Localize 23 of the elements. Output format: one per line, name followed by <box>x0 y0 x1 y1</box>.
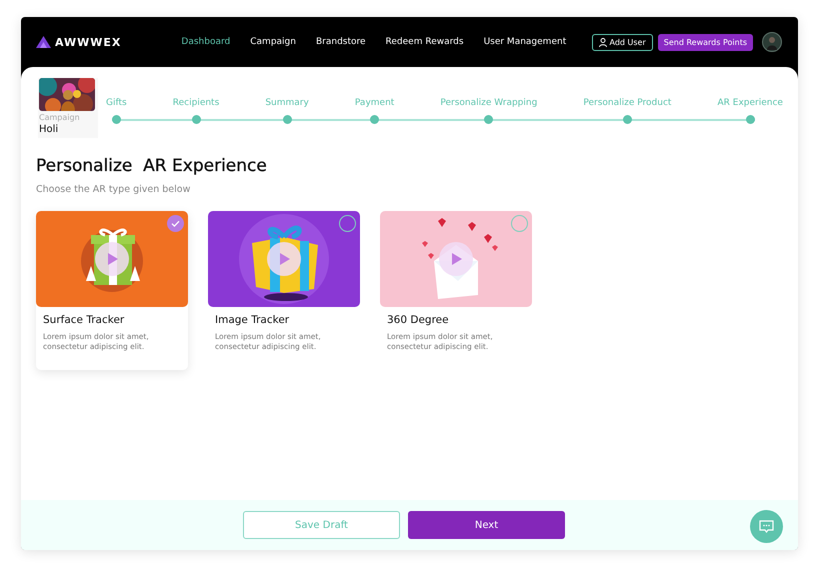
step-label: Recipients <box>172 98 220 108</box>
nav-link[interactable]: Brandstore <box>306 37 376 47</box>
nav-link[interactable]: User Management <box>474 37 576 47</box>
next-button[interactable]: Next <box>408 511 565 539</box>
campaign-label: Campaign <box>39 113 80 122</box>
page-subtitle: Choose the AR type given below <box>36 184 192 195</box>
step-label: Gifts <box>106 98 127 108</box>
step-label: Personalize Wrapping <box>440 98 538 108</box>
add-user-button[interactable]: Add User <box>592 34 653 50</box>
step-label: Summary <box>265 98 309 108</box>
card-title: Image Tracker <box>215 314 290 326</box>
step-label: AR Experience <box>718 98 783 108</box>
step-label: Payment <box>354 98 394 108</box>
nav-link[interactable]: Dashboard <box>171 37 240 47</box>
card-title: Surface Tracker <box>43 314 126 326</box>
logo-text: AWWWEX <box>55 36 122 48</box>
page-title: Personalize AR Experience <box>36 156 268 176</box>
nav-link[interactable]: Redeem Rewards <box>376 37 474 47</box>
card-title: 360 Degree <box>387 314 450 326</box>
step-label: Personalize Product <box>583 98 672 108</box>
campaign-name: Holi <box>39 124 58 135</box>
send-rewards-button[interactable]: Send Rewards Points <box>658 34 753 50</box>
nav-link[interactable]: Campaign <box>240 37 306 47</box>
